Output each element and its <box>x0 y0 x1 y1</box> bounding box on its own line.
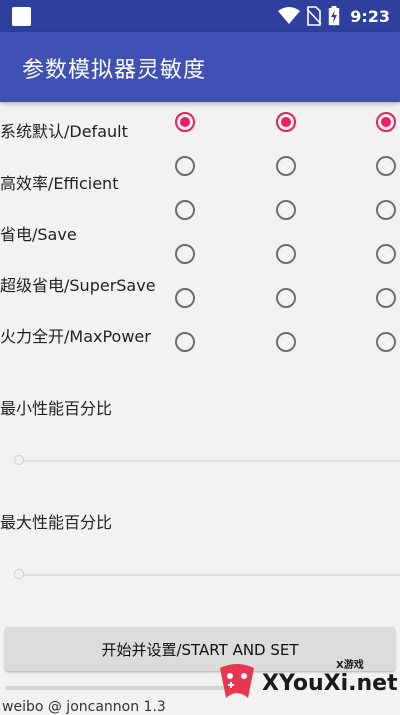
no-sim-icon <box>306 6 322 26</box>
label-supersave: 超级省电/SuperSave <box>0 276 156 295</box>
radio-row3-col2[interactable] <box>376 244 396 264</box>
radio-row1-col0[interactable] <box>175 156 195 176</box>
radio-row4-col1[interactable] <box>276 288 296 308</box>
radio-row5-col0[interactable] <box>175 332 195 352</box>
radio-row0-col1[interactable] <box>276 112 296 132</box>
battery-charging-icon <box>329 6 340 26</box>
radio-row3-col1[interactable] <box>276 244 296 264</box>
radio-row5-col1[interactable] <box>276 332 296 352</box>
min-perf-slider-thumb[interactable] <box>14 455 24 465</box>
radio-row3-col0[interactable] <box>175 244 195 264</box>
status-time: 9:23 <box>350 6 390 26</box>
radio-row2-col1[interactable] <box>276 200 296 220</box>
progress-bar <box>5 686 235 690</box>
min-perf-slider-track[interactable] <box>18 460 400 462</box>
radio-row0-col0[interactable] <box>175 112 195 132</box>
radio-row2-col2[interactable] <box>376 200 396 220</box>
radio-row2-col0[interactable] <box>175 200 195 220</box>
notification-square-icon <box>12 7 31 26</box>
radio-row0-col2[interactable] <box>376 112 396 132</box>
max-perf-slider-thumb[interactable] <box>14 569 24 579</box>
app-bar: 参数模拟器灵敏度 <box>0 32 400 102</box>
max-perf-slider-track[interactable] <box>18 574 400 576</box>
radio-row1-col1[interactable] <box>276 156 296 176</box>
radio-row4-col2[interactable] <box>376 288 396 308</box>
radio-row1-col2[interactable] <box>376 156 396 176</box>
gamepad-logo-icon <box>220 664 254 698</box>
status-bar: 9:23 <box>0 0 400 32</box>
label-default: 系统默认/Default <box>0 122 128 141</box>
watermark-logo: X游戏 XYouXi.net <box>214 654 398 708</box>
app-title: 参数模拟器灵敏度 <box>22 58 207 83</box>
label-efficient: 高效率/Efficient <box>0 174 119 193</box>
max-perf-label: 最大性能百分比 <box>0 513 113 532</box>
footer-credit: weibo @ joncannon 1.3 <box>2 699 166 715</box>
wifi-icon <box>278 7 301 24</box>
min-perf-label: 最小性能百分比 <box>0 399 113 418</box>
status-icons: 9:23 <box>278 6 390 26</box>
watermark-sub: X游戏 <box>336 660 364 671</box>
label-maxpower: 火力全开/MaxPower <box>0 327 151 346</box>
watermark-text: XYouXi.net <box>262 671 398 696</box>
radio-row4-col0[interactable] <box>175 288 195 308</box>
label-save: 省电/Save <box>0 225 77 244</box>
radio-row5-col2[interactable] <box>376 332 396 352</box>
